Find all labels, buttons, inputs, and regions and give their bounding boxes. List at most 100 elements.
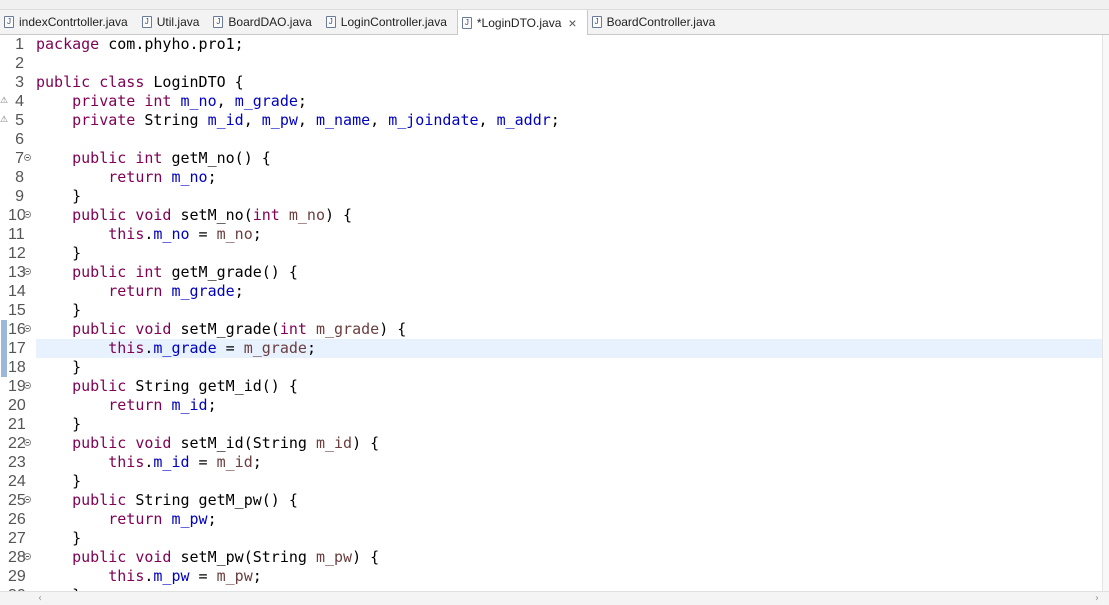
code-text[interactable]: return m_grade; xyxy=(36,282,1103,301)
code-token: ; xyxy=(306,339,316,357)
scroll-left-icon[interactable]: ‹ xyxy=(38,593,42,604)
code-token: public void xyxy=(72,434,172,452)
code-text[interactable]: } xyxy=(36,358,1103,377)
tab-5[interactable]: J BoardController.java xyxy=(588,10,726,34)
line-number: 6 xyxy=(15,131,24,148)
code-text[interactable] xyxy=(36,54,1103,73)
code-token: setM_no( xyxy=(171,206,253,224)
window-top-strip xyxy=(0,0,1109,10)
fold-toggle-icon[interactable] xyxy=(24,211,31,218)
close-icon[interactable]: × xyxy=(568,16,576,30)
code-text[interactable]: private int m_no, m_grade; xyxy=(36,92,1103,111)
line-number: 24 xyxy=(8,473,26,490)
line-number: 15 xyxy=(8,302,26,319)
code-text[interactable]: public class LoginDTO { xyxy=(36,73,1103,92)
code-token: package xyxy=(36,35,100,53)
code-text[interactable]: return m_pw; xyxy=(36,510,1103,529)
code-token: int xyxy=(252,206,280,224)
code-token: , xyxy=(478,111,497,129)
fold-toggle-icon[interactable] xyxy=(24,268,31,275)
code-text[interactable]: public void setM_id(String m_id) { xyxy=(36,434,1103,453)
tab-1[interactable]: J Util.java xyxy=(138,10,210,34)
tab-2[interactable]: J BoardDAO.java xyxy=(209,10,321,34)
java-file-icon: J xyxy=(461,16,472,29)
code-line: 9 } xyxy=(0,187,1109,206)
code-token: } xyxy=(36,415,82,433)
code-token: m_id xyxy=(315,434,353,452)
code-text[interactable]: } xyxy=(36,301,1103,320)
code-text[interactable]: } xyxy=(36,244,1103,263)
code-token: ) { xyxy=(352,434,380,452)
vertical-scrollbar[interactable] xyxy=(1102,35,1109,591)
code-token: , xyxy=(216,92,235,110)
scroll-right-icon[interactable]: › xyxy=(1095,593,1099,604)
code-token: int xyxy=(279,320,307,338)
code-text[interactable]: return m_id; xyxy=(36,396,1103,415)
line-number: 9 xyxy=(15,188,24,205)
code-token: m_id xyxy=(171,396,208,414)
code-token: public int xyxy=(72,263,163,281)
fold-toggle-icon[interactable] xyxy=(24,496,31,503)
code-text[interactable]: public int getM_grade() { xyxy=(36,263,1103,282)
tab-4[interactable]: J *LoginDTO.java × xyxy=(456,10,588,35)
code-line: 16 public void setM_grade(int m_grade) { xyxy=(0,320,1109,339)
line-number: 16 xyxy=(8,321,26,338)
code-editor[interactable]: 1 package com.phyho.pro1; 2 3 public class L… xyxy=(0,35,1109,591)
code-text[interactable]: this.m_no = m_no; xyxy=(36,225,1103,244)
code-text[interactable]: public String getM_id() { xyxy=(36,377,1103,396)
code-text[interactable]: this.m_id = m_id; xyxy=(36,453,1103,472)
code-text[interactable]: public int getM_no() { xyxy=(36,149,1103,168)
code-token: } xyxy=(36,244,82,262)
code-line: 26 return m_pw; xyxy=(0,510,1109,529)
horizontal-scrollbar[interactable]: ‹ › xyxy=(0,591,1109,605)
code-token: m_pw xyxy=(261,111,298,129)
code-text[interactable]: } xyxy=(36,529,1103,548)
code-token: this xyxy=(108,567,145,585)
code-text[interactable]: return m_no; xyxy=(36,168,1103,187)
code-text[interactable]: public void setM_no(int m_no) { xyxy=(36,206,1103,225)
code-token: public void xyxy=(72,320,172,338)
code-text[interactable]: public void setM_grade(int m_grade) { xyxy=(36,320,1103,339)
code-text[interactable]: } xyxy=(36,415,1103,434)
code-text[interactable]: } xyxy=(36,187,1103,206)
line-number: 1 xyxy=(15,36,24,53)
fold-toggle-icon[interactable] xyxy=(24,154,31,161)
code-token: public xyxy=(72,377,127,395)
code-text[interactable]: this.m_pw = m_pw; xyxy=(36,567,1103,586)
tab-0[interactable]: JindexContrtoller.java xyxy=(0,10,138,34)
code-token: m_pw xyxy=(153,567,190,585)
code-token: ) { xyxy=(352,548,380,566)
code-line: 23 this.m_id = m_id; xyxy=(0,453,1109,472)
fold-toggle-icon[interactable] xyxy=(24,439,31,446)
code-text[interactable]: this.m_grade = m_grade; xyxy=(36,339,1103,358)
warning-icon[interactable]: ⚠ xyxy=(0,92,8,111)
code-text[interactable] xyxy=(36,130,1103,149)
tab-label: BoardController.java xyxy=(606,15,716,29)
code-text[interactable]: package com.phyho.pro1; xyxy=(36,35,1103,54)
code-text[interactable]: } xyxy=(36,472,1103,491)
line-number: 27 xyxy=(8,530,26,547)
warning-icon[interactable]: ⚠ xyxy=(0,111,8,130)
code-text[interactable]: public String getM_pw() { xyxy=(36,491,1103,510)
code-token: m_grade xyxy=(243,339,307,357)
code-line: 7 public int getM_no() { xyxy=(0,149,1109,168)
tab-3[interactable]: J LoginController.java xyxy=(322,10,457,34)
editor-tab-bar: JindexContrtoller.java J Util.java J BoardDA… xyxy=(0,10,1109,35)
code-token: public void xyxy=(72,548,172,566)
code-token: public void xyxy=(72,206,172,224)
code-line: 2 xyxy=(0,54,1109,73)
fold-toggle-icon[interactable] xyxy=(24,325,31,332)
code-token: , xyxy=(297,111,316,129)
code-token: String xyxy=(135,111,208,129)
code-text[interactable]: public void setM_pw(String m_pw) { xyxy=(36,548,1103,567)
code-text[interactable]: private String m_id, m_pw, m_name, m_joi… xyxy=(36,111,1103,130)
fold-toggle-icon[interactable] xyxy=(24,553,31,560)
code-token: ; xyxy=(252,225,262,243)
fold-toggle-icon[interactable] xyxy=(24,382,31,389)
